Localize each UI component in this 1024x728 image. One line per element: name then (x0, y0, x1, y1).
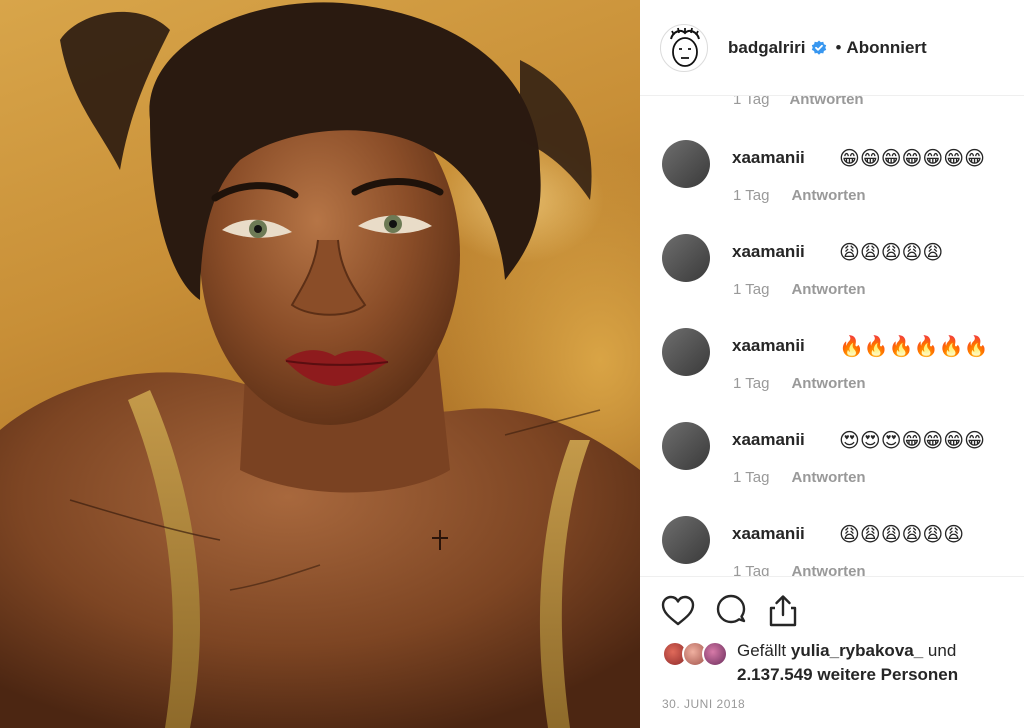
likes-conjunction: und (927, 641, 957, 660)
comment-item: xaamanii 😩😩😩😩😩 1 Tag Antworten (662, 234, 1012, 328)
comment-item: xaamanii 😍😍😍😁😁😁😁 1 Tag Antworten (662, 422, 1012, 516)
heart-icon[interactable] (660, 593, 696, 629)
partial-comment-meta: 1 Tag Antworten (733, 96, 864, 108)
commenter-username[interactable]: xaamanii (732, 148, 805, 168)
author-username[interactable]: badgalriri (728, 38, 805, 58)
post-header: badgalriri • Abonniert (640, 0, 1024, 96)
comment-text: 🔥🔥🔥🔥🔥🔥 (839, 336, 989, 358)
verified-badge-icon (812, 40, 827, 55)
post-photo[interactable] (0, 0, 640, 728)
comment-meta: 1 Tag Antworten (733, 469, 866, 486)
comment-meta: 1 Tag Antworten (733, 281, 866, 298)
reply-button[interactable]: Antworten (791, 375, 865, 392)
commenter-avatar[interactable] (662, 516, 710, 564)
follow-status-button[interactable]: Abonniert (846, 38, 926, 58)
comment-meta: 1 Tag Antworten (733, 375, 866, 392)
commenter-avatar[interactable] (662, 422, 710, 470)
commenter-avatar[interactable] (662, 140, 710, 188)
liker-avatar[interactable] (702, 641, 728, 667)
commenter-username[interactable]: xaamanii (732, 242, 805, 262)
doodle-face-icon (670, 27, 700, 67)
comment-text: 😁😁😁😁😁😁😁 (839, 148, 985, 170)
liker-avatars (662, 641, 732, 671)
post-detail-panel: badgalriri • Abonniert 1 Tag Antworten xa… (640, 0, 1024, 728)
comment-meta: 1 Tag Antworten (733, 187, 866, 204)
comment-time: 1 Tag (733, 563, 770, 576)
comment-item: xaamanii 🔥🔥🔥🔥🔥🔥 1 Tag Antworten (662, 328, 1012, 422)
reply-button[interactable]: Antworten (789, 96, 863, 108)
comments-list[interactable]: 1 Tag Antworten xaamanii 😁😁😁😁😁😁😁 1 Tag Ant… (640, 96, 1024, 576)
likes-count-link[interactable]: 2.137.549 weitere Personen (737, 665, 958, 684)
comment-text: 😩😩😩😩😩 (839, 242, 944, 264)
comment-text: 😩😩😩😩😩😩 (839, 524, 965, 546)
author-avatar[interactable] (660, 23, 708, 72)
comment-time: 1 Tag (733, 96, 770, 108)
comment-time: 1 Tag (733, 187, 770, 204)
post-actions: Gefällt yulia_rybakova_ und 2.137.549 we… (640, 576, 1024, 728)
commenter-username[interactable]: xaamanii (732, 336, 805, 356)
commenter-avatar[interactable] (662, 328, 710, 376)
comment-item: xaamanii 😁😁😁😁😁😁😁 1 Tag Antworten (662, 140, 1012, 234)
portrait-illustration (0, 2, 640, 728)
reply-button[interactable]: Antworten (791, 469, 865, 486)
commenter-avatar[interactable] (662, 234, 710, 282)
liker-username-link[interactable]: yulia_rybakova_ (791, 641, 923, 660)
likes-prefix: Gefällt (737, 641, 787, 660)
share-icon[interactable] (765, 593, 801, 629)
reply-button[interactable]: Antworten (791, 281, 865, 298)
comment-time: 1 Tag (733, 375, 770, 392)
likes-text: Gefällt yulia_rybakova_ und 2.137.549 we… (737, 639, 1024, 687)
comment-time: 1 Tag (733, 469, 770, 486)
comment-time: 1 Tag (733, 281, 770, 298)
comment-meta: 1 Tag Antworten (733, 563, 866, 576)
comment-text: 😍😍😍😁😁😁😁 (839, 430, 985, 452)
commenter-username[interactable]: xaamanii (732, 430, 805, 450)
post-date[interactable]: 30. JUNI 2018 (662, 697, 745, 711)
reply-button[interactable]: Antworten (791, 563, 865, 576)
comment-item: xaamanii 😩😩😩😩😩😩 1 Tag Antworten (662, 516, 1012, 576)
header-separator: • (835, 37, 842, 57)
reply-button[interactable]: Antworten (791, 187, 865, 204)
commenter-username[interactable]: xaamanii (732, 524, 805, 544)
comment-bubble-icon[interactable] (713, 593, 749, 629)
